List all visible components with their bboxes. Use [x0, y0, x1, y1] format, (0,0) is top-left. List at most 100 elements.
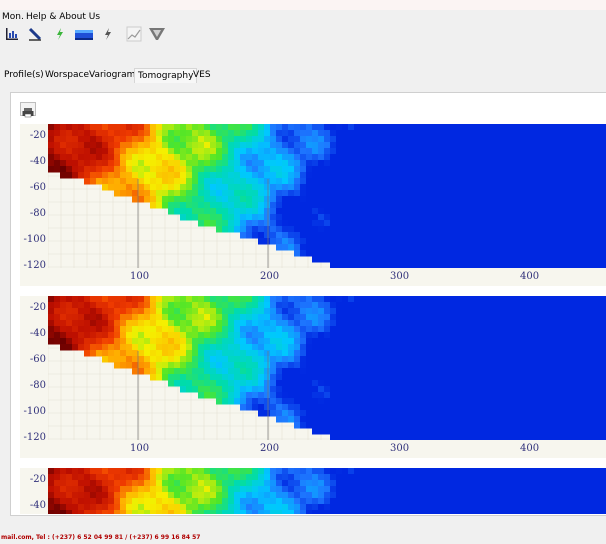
heatmap-cell — [600, 244, 606, 251]
heatmap-cell — [534, 356, 541, 363]
heatmap-cell — [84, 486, 91, 493]
heatmap-cell — [234, 374, 241, 381]
heatmap-cell — [366, 374, 373, 381]
heatmap-cell — [156, 154, 163, 161]
heatmap-cell — [492, 172, 499, 179]
heatmap-cell — [246, 374, 253, 381]
heatmap-cell — [480, 386, 487, 393]
heatmap-cell — [312, 422, 319, 429]
lightning-green-icon[interactable] — [52, 26, 68, 42]
heatmap-cell — [126, 160, 133, 167]
heatmap-cell — [384, 434, 391, 440]
heatmap-cell — [504, 498, 511, 505]
heatmap-cell — [60, 492, 67, 499]
heatmap-cell — [246, 202, 253, 209]
heatmap-cell — [210, 392, 217, 399]
tab-ves[interactable]: VES — [190, 68, 214, 82]
heatmap-cell — [288, 238, 295, 245]
heatmap-cell — [282, 338, 289, 345]
heatmap-cell — [564, 256, 571, 263]
heatmap-cell — [228, 202, 235, 209]
heatmap-cell — [216, 398, 223, 405]
heatmap-cell — [480, 208, 487, 215]
block-model-icon[interactable] — [73, 26, 95, 42]
heatmap-cell — [48, 154, 55, 161]
bar-chart-icon[interactable] — [4, 26, 20, 42]
heatmap-cell — [330, 130, 337, 137]
heatmap-cell — [378, 208, 385, 215]
heatmap-cell — [528, 214, 535, 221]
heatmap-cell — [468, 344, 475, 351]
heatmap-cell — [330, 474, 337, 481]
heatmap-cell — [114, 172, 121, 179]
heatmap-cell — [192, 368, 199, 375]
heatmap-cell — [456, 320, 463, 327]
line-graph-icon[interactable] — [126, 26, 142, 42]
ruler-icon[interactable] — [27, 26, 43, 42]
tab-profiles[interactable]: Profile(s) — [1, 68, 47, 82]
heatmap-cell — [516, 434, 523, 440]
heatmap-cell — [450, 480, 457, 487]
heatmap-cell — [312, 226, 319, 233]
heatmap-cell — [174, 136, 181, 143]
heatmap-cell — [84, 504, 91, 511]
heatmap-cell — [372, 368, 379, 375]
heatmap-cell — [366, 428, 373, 435]
heatmap-cell — [498, 124, 505, 131]
heatmap-cell — [252, 178, 259, 185]
heatmap-cell — [570, 308, 577, 315]
heatmap-cell — [108, 320, 115, 327]
heatmap-cell — [570, 434, 577, 440]
heatmap-cell — [498, 178, 505, 185]
funnel-icon[interactable] — [148, 26, 166, 42]
heatmap-cell — [282, 504, 289, 511]
heatmap-cell — [204, 220, 211, 227]
heatmap-cell — [312, 332, 319, 339]
heatmap-cell — [594, 130, 601, 137]
menu-mon[interactable]: Mon. — [2, 12, 24, 22]
heatmap-cell — [282, 130, 289, 137]
heatmap-cell — [372, 250, 379, 257]
heatmap-cell — [384, 468, 391, 475]
heatmap-cell — [582, 136, 589, 143]
heatmap-cell — [240, 124, 247, 131]
heatmap-cell — [600, 486, 606, 493]
menu-help-about[interactable]: Help & About Us — [26, 12, 100, 22]
heatmap-cell — [300, 296, 307, 303]
heatmap-cell — [276, 404, 283, 411]
heatmap-cell — [336, 124, 343, 131]
heatmap-cell — [372, 374, 379, 381]
tomography-section-2: -20 -40 -60 -80 -100 -120 100 200 300 400 — [20, 296, 606, 458]
heatmap-cell — [486, 208, 493, 215]
tab-tomography[interactable]: Tomography — [134, 68, 198, 83]
tab-worspace[interactable]: Worspace — [42, 68, 92, 82]
heatmap-cell — [210, 350, 217, 357]
heatmap-cell — [276, 368, 283, 375]
heatmap-cell — [420, 498, 427, 505]
heatmap-cell — [192, 486, 199, 493]
heatmap-cell — [384, 142, 391, 149]
heatmap-cell — [420, 172, 427, 179]
heatmap-cell — [558, 356, 565, 363]
heatmap-cell — [378, 130, 385, 137]
heatmap-cell — [144, 178, 151, 185]
heatmap-cell — [192, 344, 199, 351]
heatmap-cell — [486, 130, 493, 137]
heatmap-cell — [174, 314, 181, 321]
heatmap-cell — [288, 202, 295, 209]
heatmap-cell — [174, 172, 181, 179]
print-button[interactable] — [20, 102, 36, 118]
lightning-icon[interactable] — [100, 26, 116, 42]
heatmap-cell — [354, 256, 361, 263]
y-tick-label: -60 — [29, 354, 46, 365]
heatmap-cell — [528, 398, 535, 405]
heatmap-cell — [216, 202, 223, 209]
heatmap-cell — [480, 332, 487, 339]
heatmap-cell — [132, 196, 139, 203]
heatmap-cell — [240, 320, 247, 327]
heatmap-cell — [492, 184, 499, 191]
heatmap-cell — [276, 480, 283, 487]
heatmap-cell — [456, 380, 463, 387]
heatmap-cell — [54, 136, 61, 143]
heatmap-cell — [228, 398, 235, 405]
